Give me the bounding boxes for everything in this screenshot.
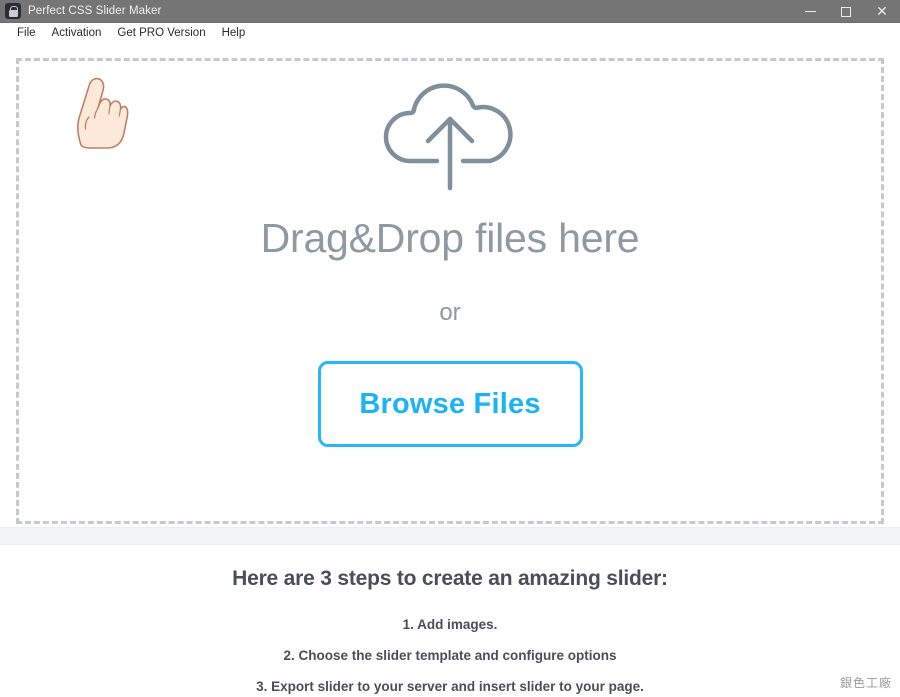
watermark: 銀色工廠 (839, 676, 892, 690)
close-icon: ✕ (876, 3, 888, 20)
pointing-hand-cursor (67, 73, 129, 149)
minimize-button[interactable] (792, 0, 828, 23)
menu-item-help[interactable]: Help (214, 25, 254, 41)
menu-item-get-pro-version[interactable]: Get PRO Version (109, 25, 213, 41)
steps-section: Here are 3 steps to create an amazing sl… (0, 545, 900, 697)
steps-heading: Here are 3 steps to create an amazing sl… (232, 567, 668, 590)
step-item-1: 1. Add images. (402, 617, 498, 632)
app-window: Perfect CSS Slider Maker ✕ File Activati… (0, 0, 900, 697)
menu-bar: File Activation Get PRO Version Help (0, 23, 900, 44)
step-item-2: 2. Choose the slider template and config… (283, 648, 617, 663)
close-button[interactable]: ✕ (864, 0, 900, 23)
minimize-icon (804, 11, 816, 12)
maximize-button[interactable] (828, 0, 864, 23)
or-text: or (439, 299, 461, 326)
padlock-icon (5, 3, 21, 19)
title-bar[interactable]: Perfect CSS Slider Maker ✕ (0, 0, 900, 23)
file-drop-zone[interactable]: Drag&Drop files here or Browse Files (16, 58, 884, 524)
menu-item-activation[interactable]: Activation (44, 25, 110, 41)
maximize-icon (841, 6, 851, 17)
browse-files-button[interactable]: Browse Files (317, 361, 583, 447)
menu-item-file[interactable]: File (9, 25, 44, 41)
window-controls: ✕ (792, 0, 900, 23)
cloud-upload-icon (380, 75, 520, 198)
drag-drop-text: Drag&Drop files here (260, 215, 640, 261)
section-divider (0, 527, 900, 545)
window-title: Perfect CSS Slider Maker (28, 5, 162, 17)
step-item-3: 3. Export slider to your server and inse… (256, 679, 644, 694)
